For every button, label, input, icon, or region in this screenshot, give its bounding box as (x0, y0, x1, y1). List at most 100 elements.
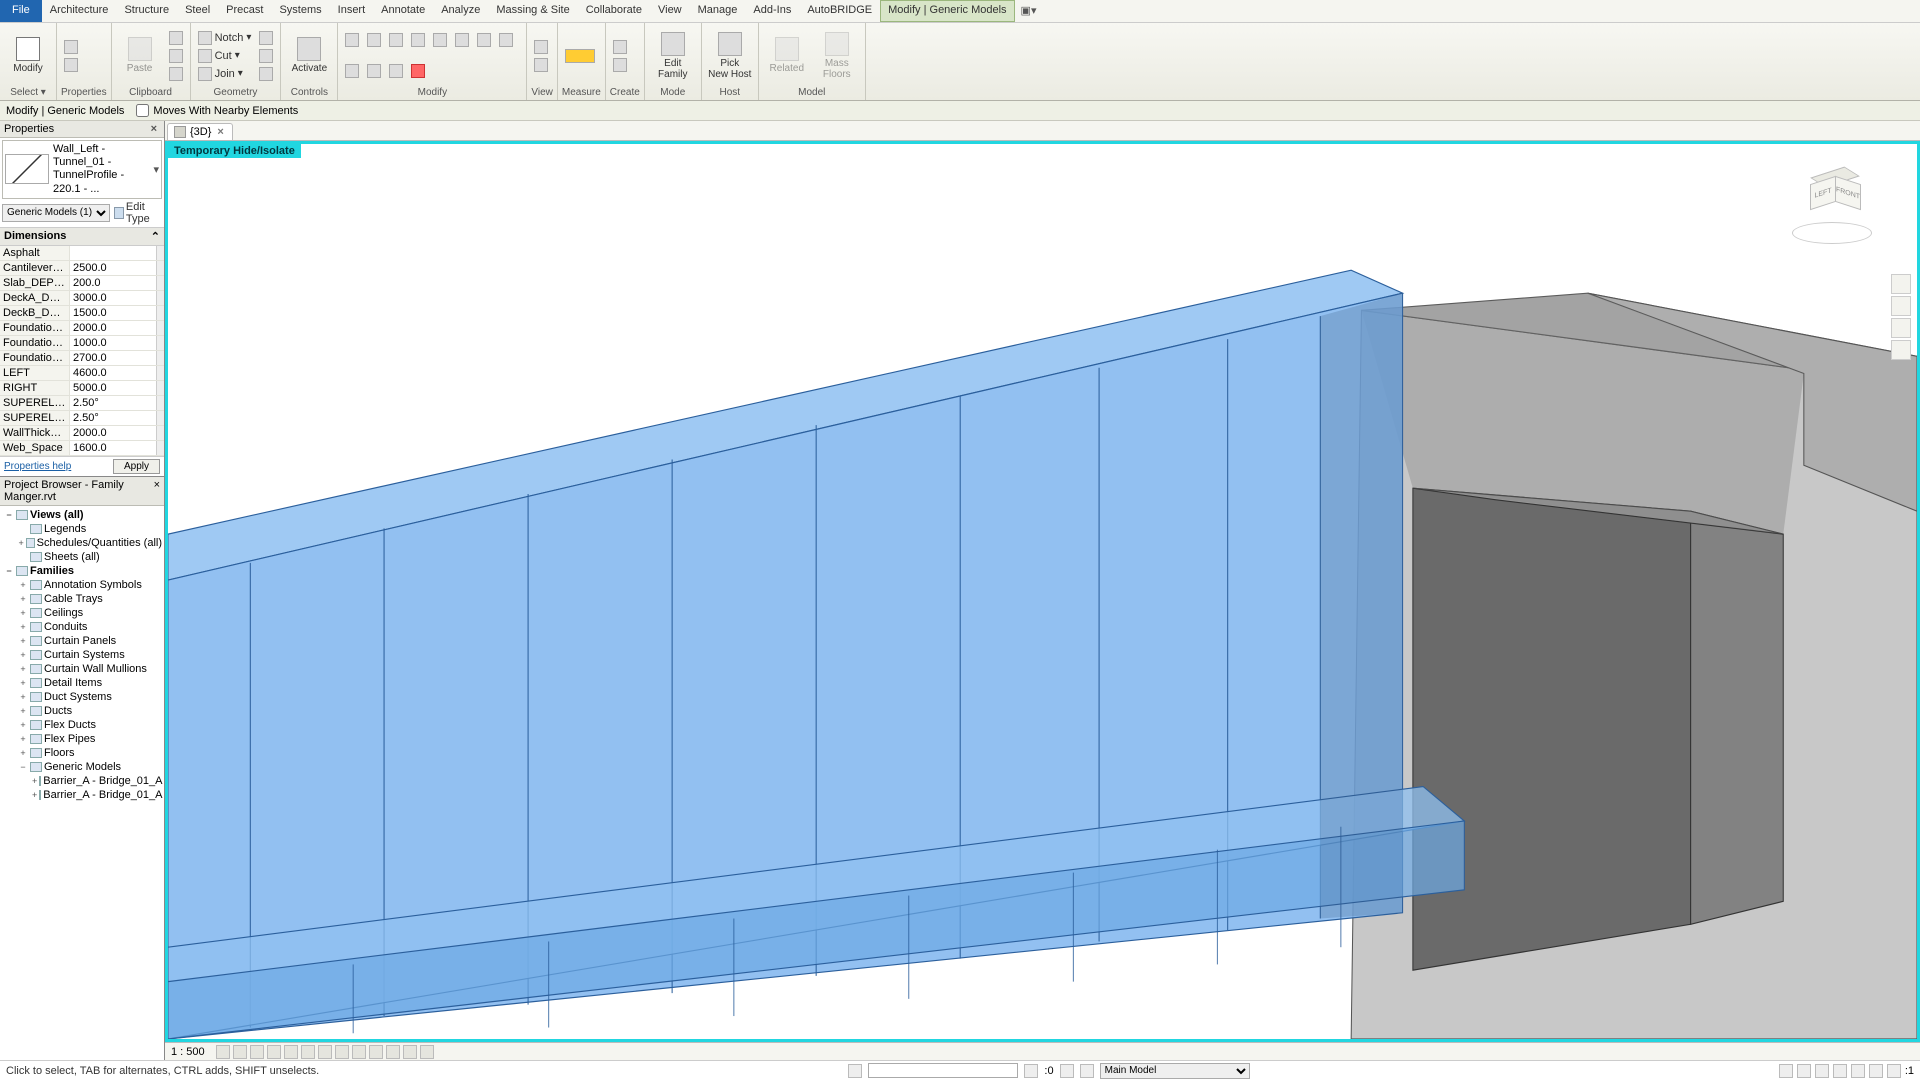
background-icon[interactable] (1869, 1064, 1883, 1078)
expand-icon[interactable]: + (18, 748, 28, 758)
temp-hide-icon[interactable] (352, 1045, 366, 1059)
reveal-hidden-icon[interactable] (369, 1045, 383, 1059)
copy-clip-button[interactable] (166, 47, 186, 64)
moves-with-nearby-checkbox[interactable]: Moves With Nearby Elements (136, 104, 298, 117)
editable-only-icon[interactable] (1024, 1064, 1038, 1078)
scrollbar[interactable] (156, 426, 164, 440)
menu-steel[interactable]: Steel (177, 0, 218, 22)
property-row[interactable]: FoundationO...2700.0 (0, 351, 164, 366)
property-value[interactable]: 1000.0 (70, 336, 156, 350)
design-option-select[interactable]: Main Model (1100, 1063, 1250, 1079)
tree-item[interactable]: Legends (0, 522, 164, 536)
tree-item[interactable]: −Generic Models (0, 760, 164, 774)
property-value[interactable]: 2000.0 (70, 321, 156, 335)
menu-manage[interactable]: Manage (690, 0, 746, 22)
scale-button[interactable] (496, 31, 516, 48)
tree-item[interactable]: Sheets (all) (0, 550, 164, 564)
property-row[interactable]: Cantilever_Wi...2500.0 (0, 261, 164, 276)
property-row[interactable]: DeckA_DEPTH3000.0 (0, 291, 164, 306)
tree-item[interactable]: +Annotation Symbols (0, 578, 164, 592)
crop-region-icon[interactable] (318, 1045, 332, 1059)
property-row[interactable]: Asphalt (0, 246, 164, 261)
dimensions-group-header[interactable]: Dimensions⌃ (0, 227, 164, 246)
split-button[interactable] (452, 31, 472, 48)
filter-icon[interactable] (1887, 1064, 1901, 1078)
scrollbar[interactable] (156, 261, 164, 275)
cut-geom-button[interactable]: Cut ▾ (195, 47, 255, 64)
property-value[interactable]: 4600.0 (70, 366, 156, 380)
tree-item[interactable]: +Flex Pipes (0, 732, 164, 746)
expand-icon[interactable]: + (18, 636, 28, 646)
tree-item[interactable]: +Schedules/Quantities (all) (0, 536, 164, 550)
property-row[interactable]: Web_Space1600.0 (0, 441, 164, 456)
viewport-3d[interactable]: Temporary Hide/Isolate LEFT FRONT (165, 141, 1920, 1042)
tree-item[interactable]: +Flex Ducts (0, 718, 164, 732)
move-button[interactable] (342, 31, 362, 48)
pan-icon[interactable] (1891, 296, 1911, 316)
select-links-icon[interactable] (1779, 1064, 1793, 1078)
menu-analyze[interactable]: Analyze (433, 0, 488, 22)
drag-elements-icon[interactable] (1851, 1064, 1865, 1078)
tree-item[interactable]: +Detail Items (0, 676, 164, 690)
workset-icon[interactable] (848, 1064, 862, 1078)
edit-type-button[interactable]: Edit Type (114, 201, 162, 225)
expand-icon[interactable]: + (18, 580, 28, 590)
property-row[interactable]: Slab_DEPTH200.0 (0, 276, 164, 291)
expand-icon[interactable]: + (18, 622, 28, 632)
view-tab-close-icon[interactable]: × (215, 126, 225, 138)
measure-button[interactable] (562, 47, 598, 64)
join-button[interactable]: Join ▾ (195, 65, 255, 82)
lock-view-icon[interactable] (335, 1045, 349, 1059)
analytical-icon[interactable] (386, 1045, 400, 1059)
category-filter-select[interactable]: Generic Models (1) (2, 204, 110, 222)
menu-collaborate[interactable]: Collaborate (578, 0, 650, 22)
property-row[interactable]: SUPERELEVAT...2.50° (0, 396, 164, 411)
menu-massing-site[interactable]: Massing & Site (488, 0, 577, 22)
mass-button[interactable]: Mass Floors (813, 27, 861, 85)
menu-systems[interactable]: Systems (271, 0, 329, 22)
ribbon-expand-icon[interactable]: ▣▾ (1015, 0, 1043, 22)
menu-autobridge[interactable]: AutoBRIDGE (799, 0, 880, 22)
crop-view-icon[interactable] (301, 1045, 315, 1059)
property-value[interactable] (70, 246, 156, 260)
property-value[interactable]: 2.50° (70, 396, 156, 410)
scrollbar[interactable] (156, 321, 164, 335)
select-pinned-icon[interactable] (1815, 1064, 1829, 1078)
type-selector[interactable]: Wall_Left - Tunnel_01 - TunnelProfile - … (2, 140, 162, 199)
tree-item[interactable]: +Cable Trays (0, 592, 164, 606)
tree-item[interactable]: −Families (0, 564, 164, 578)
pick-new-host-button[interactable]: Pick New Host (706, 27, 754, 85)
apply-button[interactable]: Apply (113, 459, 160, 474)
zoom-icon[interactable] (1891, 318, 1911, 338)
notch-button[interactable]: Notch ▾ (195, 29, 255, 46)
scrollbar[interactable] (156, 246, 164, 260)
menu-modify-generic[interactable]: Modify | Generic Models (880, 0, 1014, 22)
menu-view[interactable]: View (650, 0, 690, 22)
rotate-button[interactable] (386, 31, 406, 48)
properties-help-link[interactable]: Properties help (4, 461, 71, 472)
highlight-icon[interactable] (403, 1045, 417, 1059)
property-value[interactable]: 5000.0 (70, 381, 156, 395)
expand-icon[interactable]: + (18, 734, 28, 744)
scrollbar[interactable] (156, 441, 164, 455)
select-underlay-icon[interactable] (1797, 1064, 1811, 1078)
property-value[interactable]: 1600.0 (70, 441, 156, 455)
scrollbar[interactable] (156, 366, 164, 380)
properties-close-icon[interactable]: × (148, 123, 160, 135)
properties-btn[interactable] (61, 38, 81, 55)
expand-icon[interactable]: − (4, 510, 14, 520)
view2-button[interactable] (531, 56, 551, 73)
detail-level-icon[interactable] (216, 1045, 230, 1059)
expand-icon[interactable] (18, 524, 28, 534)
viewcube-left[interactable]: LEFT (1810, 176, 1836, 210)
scrollbar[interactable] (156, 306, 164, 320)
offset-button[interactable] (364, 63, 384, 80)
tree-item[interactable]: +Conduits (0, 620, 164, 634)
expand-icon[interactable]: + (32, 790, 37, 800)
menu-precast[interactable]: Precast (218, 0, 271, 22)
scrollbar[interactable] (156, 381, 164, 395)
file-menu[interactable]: File (0, 0, 42, 22)
delete-button[interactable] (408, 63, 428, 80)
property-row[interactable]: RIGHT5000.0 (0, 381, 164, 396)
expand-icon[interactable] (18, 552, 28, 562)
